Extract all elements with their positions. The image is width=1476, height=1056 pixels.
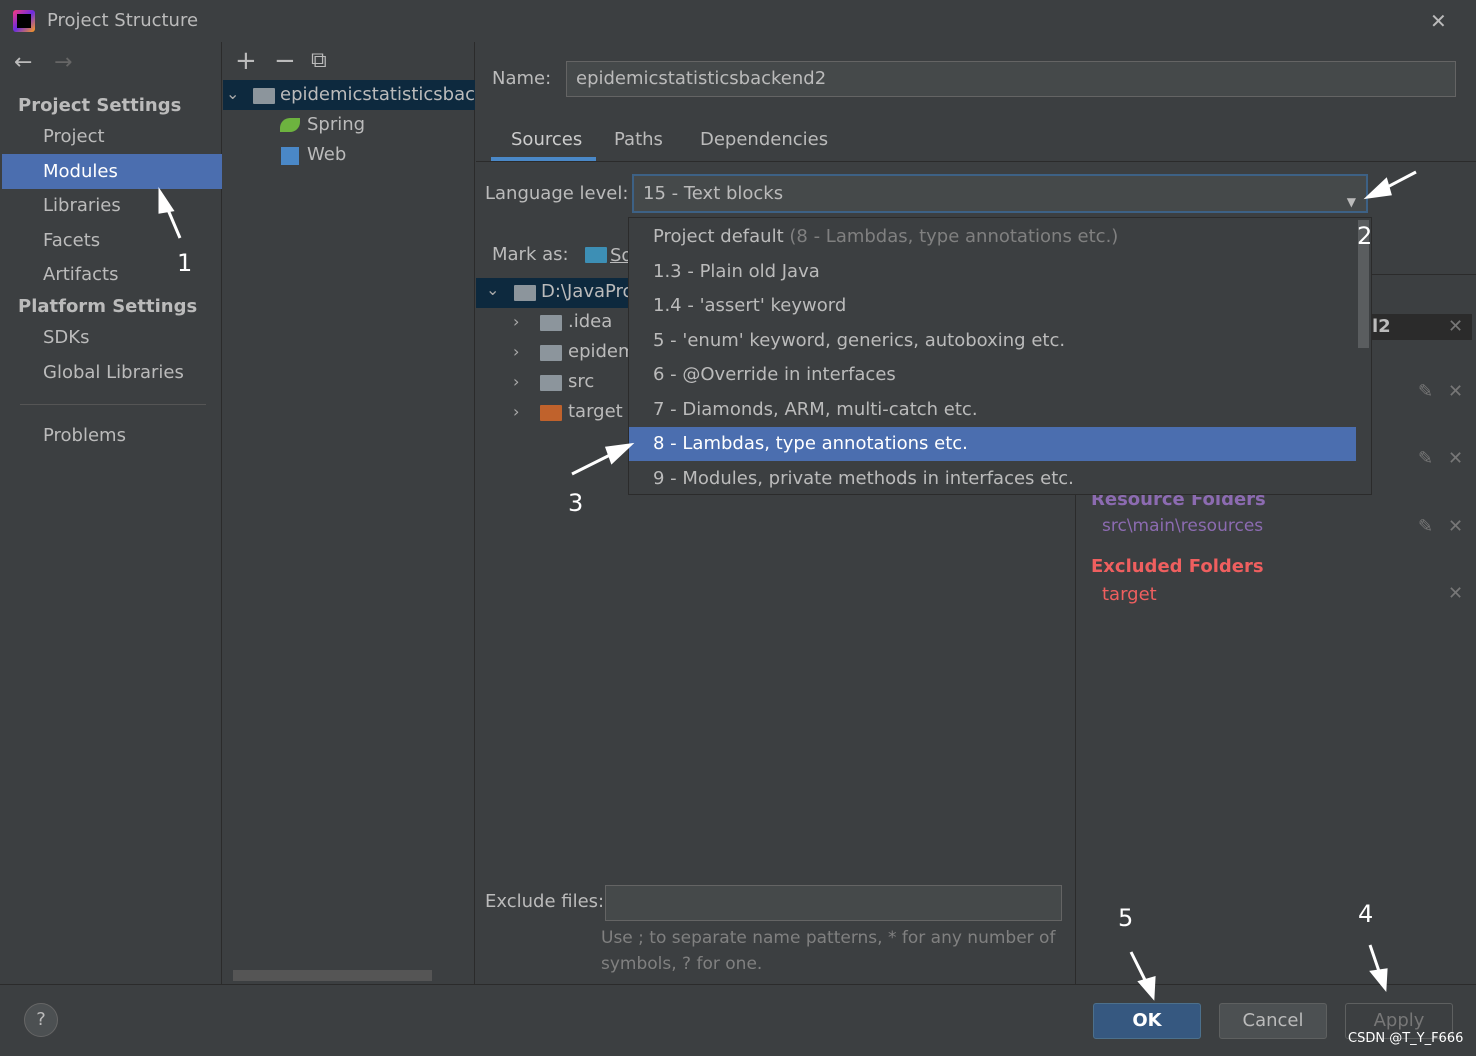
annotation-arrows bbox=[158, 170, 1417, 1001]
